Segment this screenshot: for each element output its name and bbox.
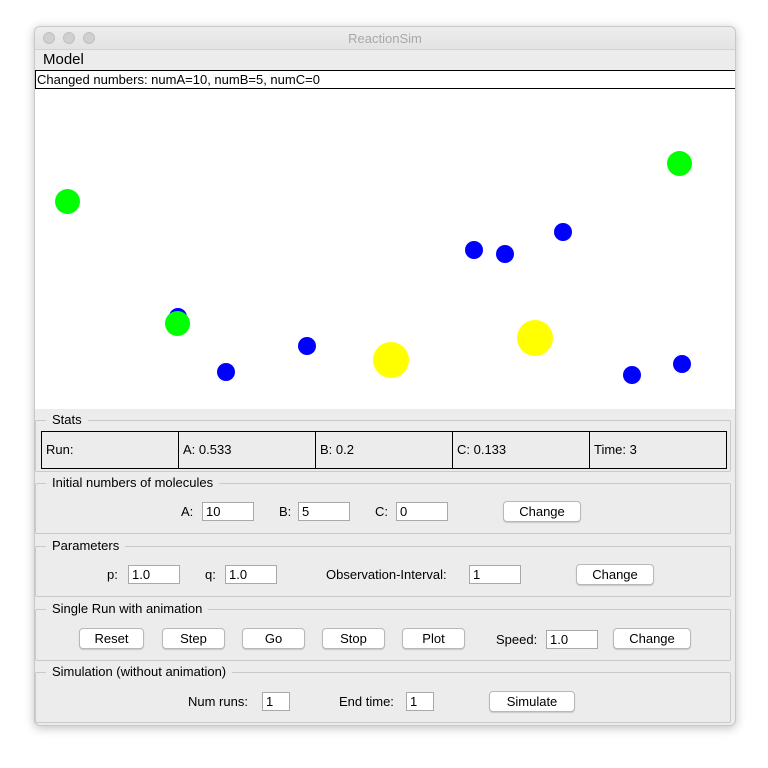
molecule-a [465, 241, 483, 259]
num-a-input[interactable] [202, 502, 254, 521]
molecule-a [496, 245, 514, 263]
stat-time: Time: 3 [589, 431, 727, 469]
parameters-panel: Parameters p: q: Observation-Interval: C… [35, 538, 731, 597]
stats-panel: Stats Run: A: 0.533 B: 0.2 C: 0.133 Time… [35, 412, 731, 472]
simulation-canvas [35, 89, 735, 409]
window-title: ReactionSim [348, 31, 422, 46]
app-window: ReactionSim Model Changed numbers: numA=… [34, 26, 736, 726]
menu-bar: Model [35, 50, 735, 70]
end-time-input[interactable] [406, 692, 434, 711]
num-b-input[interactable] [298, 502, 350, 521]
speed-input[interactable] [546, 630, 598, 649]
molecule-c [517, 320, 553, 356]
p-label: p: [107, 567, 118, 582]
stop-button[interactable]: Stop [322, 628, 385, 649]
simulation-panel: Simulation (without animation) Num runs:… [35, 664, 731, 723]
num-runs-input[interactable] [262, 692, 290, 711]
num-b-label: B: [279, 504, 292, 519]
molecule-b [55, 189, 80, 214]
simulation-title: Simulation (without animation) [46, 664, 233, 679]
molecule-a [298, 337, 316, 355]
change-speed-button[interactable]: Change [613, 628, 691, 649]
single-run-panel: Single Run with animation Reset Step Go … [35, 601, 731, 661]
num-a-label: A: [181, 504, 194, 519]
molecule-b [165, 311, 190, 336]
menu-model[interactable]: Model [43, 51, 84, 68]
molecule-a [673, 355, 691, 373]
plot-button[interactable]: Plot [402, 628, 465, 649]
status-bar: Changed numbers: numA=10, numB=5, numC=0 [35, 70, 735, 89]
end-time-label: End time: [339, 694, 394, 709]
initial-numbers-title: Initial numbers of molecules [46, 475, 220, 490]
stat-run: Run: [41, 431, 179, 469]
observation-interval-label: Observation-Interval: [326, 567, 447, 582]
molecule-a [623, 366, 641, 384]
num-c-label: C: [375, 504, 388, 519]
stat-c: C: 0.133 [452, 431, 590, 469]
molecule-a [554, 223, 572, 241]
title-bar: ReactionSim [35, 27, 735, 50]
num-c-input[interactable] [396, 502, 448, 521]
change-parameters-button[interactable]: Change [576, 564, 654, 585]
p-input[interactable] [128, 565, 180, 584]
reset-button[interactable]: Reset [79, 628, 144, 649]
step-button[interactable]: Step [162, 628, 225, 649]
molecule-a [217, 363, 235, 381]
simulate-button[interactable]: Simulate [489, 691, 575, 712]
molecule-b [667, 151, 692, 176]
single-run-title: Single Run with animation [46, 601, 209, 616]
num-runs-label: Num runs: [188, 694, 248, 709]
molecule-c [373, 342, 409, 378]
go-button[interactable]: Go [242, 628, 305, 649]
q-label: q: [205, 567, 216, 582]
observation-interval-input[interactable] [469, 565, 521, 584]
stat-a: A: 0.533 [178, 431, 316, 469]
parameters-title: Parameters [46, 538, 126, 553]
q-input[interactable] [225, 565, 277, 584]
stat-b: B: 0.2 [315, 431, 453, 469]
initial-numbers-panel: Initial numbers of molecules A: B: C: Ch… [35, 475, 731, 534]
stats-title: Stats [46, 412, 88, 427]
speed-label: Speed: [496, 632, 538, 647]
change-initial-button[interactable]: Change [503, 501, 581, 522]
